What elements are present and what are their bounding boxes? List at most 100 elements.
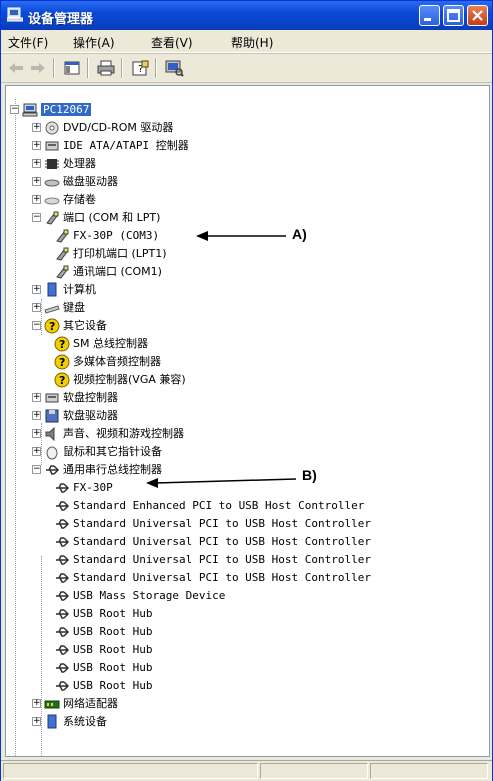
port-icon <box>54 228 70 244</box>
tree-item-usb-10[interactable]: USB Root Hub <box>54 659 152 676</box>
expand-toggle[interactable]: + <box>32 141 41 150</box>
annotation-label-a: A) <box>292 226 307 242</box>
device-manager-window: 设备管理器 文件(F) 操作(A) 查看(V) 帮助(H) ? − PC1206… <box>0 0 493 781</box>
minimize-button[interactable] <box>419 5 440 26</box>
tree-item-network-label: 网络适配器 <box>63 697 118 710</box>
tree-item-port-com1[interactable]: 通讯端口 (COM1) <box>54 263 162 280</box>
device-manager-icon <box>6 7 24 22</box>
status-cell <box>260 763 368 779</box>
usb-icon <box>54 660 70 676</box>
tree-item-usb-2[interactable]: Standard Universal PCI to USB Host Contr… <box>54 515 371 532</box>
expand-toggle[interactable]: + <box>32 429 41 438</box>
collapse-toggle[interactable]: − <box>10 105 19 114</box>
expand-toggle[interactable]: + <box>32 303 41 312</box>
expand-toggle[interactable]: + <box>32 411 41 420</box>
expand-toggle[interactable]: + <box>32 285 41 294</box>
toolbar: ? <box>1 53 492 83</box>
back-button[interactable] <box>5 58 27 78</box>
forward-button[interactable] <box>27 58 49 78</box>
tree-guide-line <box>41 299 42 335</box>
show-hide-console-tree-icon[interactable] <box>61 58 83 78</box>
usb-icon <box>54 570 70 586</box>
tree-item-other-sm[interactable]: ? SM 总线控制器 <box>54 335 148 352</box>
toolbar-separator <box>87 58 89 78</box>
ide-controller-icon <box>44 138 60 154</box>
tree-item-other-sm-label: SM 总线控制器 <box>73 337 148 350</box>
expand-toggle[interactable]: + <box>32 717 41 726</box>
scan-hardware-icon[interactable] <box>163 58 185 78</box>
port-icon <box>44 210 60 226</box>
tree-item-keyboard-label: 键盘 <box>63 301 85 314</box>
computer-icon <box>44 282 60 298</box>
status-cell <box>370 763 488 779</box>
tree-item-system-label: 系统设备 <box>63 715 107 728</box>
usb-icon <box>54 480 70 496</box>
system-device-icon <box>44 714 60 730</box>
tree-item-dvd-label: DVD/CD-ROM 驱动器 <box>63 121 174 134</box>
tree-item-usb-1[interactable]: Standard Enhanced PCI to USB Host Contro… <box>54 497 364 514</box>
port-icon <box>54 264 70 280</box>
tree-item-other-video[interactable]: ? 视频控制器(VGA 兼容) <box>54 371 186 388</box>
tree-item-usb-label: USB Root Hub <box>73 625 153 638</box>
tree-item-usb-5[interactable]: Standard Universal PCI to USB Host Contr… <box>54 569 371 586</box>
expand-toggle[interactable]: + <box>32 123 41 132</box>
expand-toggle[interactable]: + <box>32 195 41 204</box>
menu-file[interactable]: 文件(F) <box>8 34 48 51</box>
tree-item-usb-4[interactable]: Standard Universal PCI to USB Host Contr… <box>54 551 371 568</box>
device-tree[interactable]: − PC12067 + DVD/CD-ROM 驱动器 + IDE ATA/ATA… <box>5 85 490 757</box>
maximize-button[interactable] <box>443 5 464 26</box>
tree-item-cpu-label: 处理器 <box>63 157 96 170</box>
tree-item-usb-label: Standard Universal PCI to USB Host Contr… <box>73 535 372 548</box>
network-adapter-icon <box>44 696 60 712</box>
tree-item-usb-9[interactable]: USB Root Hub <box>54 641 152 658</box>
menu-action[interactable]: 操作(A) <box>73 34 115 51</box>
tree-item-usb-label: USB Root Hub <box>73 607 153 620</box>
annotation-label-b: B) <box>302 467 317 483</box>
expand-toggle[interactable]: + <box>32 177 41 186</box>
tree-item-ide-label: IDE ATA/ATAPI 控制器 <box>63 139 189 152</box>
toolbar-separator <box>121 58 123 78</box>
floppy-drive-icon <box>44 408 60 424</box>
expand-toggle[interactable]: + <box>32 393 41 402</box>
tree-root-label[interactable]: PC12067 <box>41 103 92 116</box>
svg-text:?: ? <box>59 374 65 387</box>
storage-volume-icon <box>44 192 60 208</box>
expand-toggle[interactable]: + <box>32 447 41 456</box>
collapse-toggle[interactable]: − <box>32 321 41 330</box>
tree-item-usb-0[interactable]: FX-30P <box>54 479 113 496</box>
tree-item-usb-3[interactable]: Standard Universal PCI to USB Host Contr… <box>54 533 371 550</box>
tree-item-usb-11[interactable]: USB Root Hub <box>54 677 152 694</box>
tree-item-port-com1-label: 通讯端口 (COM1) <box>73 265 162 278</box>
tree-item-usb-label: Standard Universal PCI to USB Host Contr… <box>73 571 372 584</box>
properties-help-icon[interactable]: ? <box>129 58 151 78</box>
collapse-toggle[interactable]: − <box>32 213 41 222</box>
menu-help[interactable]: 帮助(H) <box>231 34 273 51</box>
mouse-icon <box>44 444 60 460</box>
usb-icon <box>54 498 70 514</box>
unknown-device-icon: ? <box>54 372 70 388</box>
tree-item-usb-label: FX-30P <box>73 481 113 494</box>
unknown-device-icon: ? <box>54 354 70 370</box>
tree-item-usb-8[interactable]: USB Root Hub <box>54 623 152 640</box>
toolbar-separator <box>155 58 157 78</box>
processor-icon <box>44 156 60 172</box>
menu-view[interactable]: 查看(V) <box>151 34 193 51</box>
tree-item-port-lpt[interactable]: 打印机端口 (LPT1) <box>54 245 167 262</box>
tree-item-disk-label: 磁盘驱动器 <box>63 175 118 188</box>
unknown-device-icon: ? <box>54 336 70 352</box>
tree-item-usb-label: USB Mass Storage Device <box>73 589 226 602</box>
tree-item-usb-6[interactable]: USB Mass Storage Device <box>54 587 225 604</box>
tree-item-port-fx[interactable]: FX-30P (COM3) <box>54 227 159 244</box>
annotation-arrow-a <box>196 231 286 241</box>
title-bar[interactable]: 设备管理器 <box>1 1 492 30</box>
expand-toggle[interactable]: + <box>32 699 41 708</box>
close-button[interactable] <box>467 5 488 26</box>
collapse-toggle[interactable]: − <box>32 465 41 474</box>
tree-item-other-mm-label: 多媒体音频控制器 <box>73 355 161 368</box>
expand-toggle[interactable]: + <box>32 159 41 168</box>
print-icon[interactable] <box>95 58 117 78</box>
tree-item-usb-7[interactable]: USB Root Hub <box>54 605 152 622</box>
usb-icon <box>54 516 70 532</box>
tree-item-other-mm[interactable]: ? 多媒体音频控制器 <box>54 353 161 370</box>
tree-guide-line <box>41 423 42 465</box>
